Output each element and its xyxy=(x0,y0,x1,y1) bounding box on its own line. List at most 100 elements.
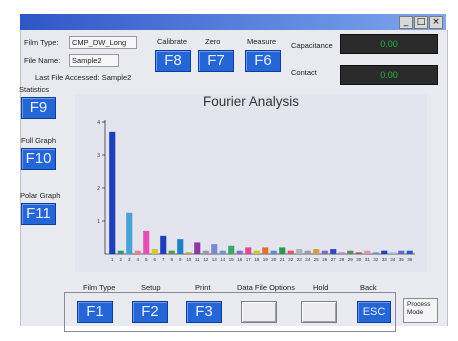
x-tick-label: 3 xyxy=(128,257,131,262)
film-type-button-label: Film Type xyxy=(83,283,116,292)
fourier-bar xyxy=(279,247,286,254)
fourier-bar xyxy=(151,249,158,254)
fourier-bar xyxy=(372,252,379,254)
window-controls: _ □ × xyxy=(399,16,443,29)
fourier-bar xyxy=(287,250,294,254)
film-type-button[interactable]: F1 xyxy=(77,301,113,323)
title-bar: _ □ × xyxy=(20,14,446,30)
x-tick-label: 27 xyxy=(331,257,337,262)
fourier-bar xyxy=(211,244,218,254)
x-tick-label: 9 xyxy=(179,257,182,262)
x-tick-label: 24 xyxy=(305,257,311,262)
y-tick-label: 1 xyxy=(97,219,100,225)
x-tick-label: 16 xyxy=(237,257,243,262)
fourier-bar xyxy=(168,250,175,254)
x-tick-label: 35 xyxy=(399,257,405,262)
fourier-bar xyxy=(185,252,192,254)
fourier-chart-svg: 12341 2 3 4 5 6 7 8 9 10 11 12 13 14 15 16 17 18 19 20 21 22 2… xyxy=(97,120,415,262)
fourier-bar xyxy=(126,212,133,254)
process-mode-line2: Mode xyxy=(407,309,424,316)
fourier-bar xyxy=(160,235,167,254)
fourier-bar xyxy=(143,230,150,254)
fourier-bar xyxy=(228,245,235,254)
y-tick-label: 4 xyxy=(97,120,100,126)
file-name-field: Sample2 xyxy=(69,54,119,67)
hold-label: Hold xyxy=(313,283,329,292)
film-type-field: CMP_DW_Long xyxy=(69,36,137,49)
full-graph-button[interactable]: F10 xyxy=(21,148,56,170)
capacitance-label: Capacitance xyxy=(291,41,333,50)
x-tick-label: 7 xyxy=(162,257,165,262)
fourier-bar xyxy=(347,250,354,254)
capacitance-display: 0.00 xyxy=(340,34,438,54)
x-tick-label: 17 xyxy=(246,257,252,262)
polar-graph-label: Polar Graph xyxy=(20,191,61,200)
fourier-bar xyxy=(270,250,277,254)
fourier-bar xyxy=(219,250,226,254)
statistics-label: Statistics xyxy=(19,85,50,94)
y-tick-label: 3 xyxy=(97,153,100,159)
x-tick-label: 33 xyxy=(382,257,388,262)
data-file-options-label: Data File Options xyxy=(237,283,295,292)
x-tick-label: 10 xyxy=(186,257,192,262)
fourier-bar xyxy=(389,252,396,254)
fourier-bar xyxy=(245,247,252,254)
fourier-chart: Fourier Analysis 1 2 3 4 1 2 3 4 5 6 7 8 9 10 11 12 13 14… xyxy=(75,94,427,272)
hold-button[interactable] xyxy=(301,301,337,323)
last-file-text: Last File Accessed: Sample2 xyxy=(35,73,132,82)
full-graph-label: Full Graph xyxy=(21,136,57,145)
zero-button[interactable]: F7 xyxy=(198,50,234,72)
fourier-bar xyxy=(296,249,303,254)
setup-button[interactable]: F2 xyxy=(132,301,168,323)
x-tick-label: 11 xyxy=(195,257,200,262)
x-tick-label: 4 xyxy=(136,257,139,262)
x-tick-label: 28 xyxy=(339,257,345,262)
data-file-options-button[interactable] xyxy=(241,301,277,323)
contact-label: Contact xyxy=(291,68,317,77)
contact-display: 0.00 xyxy=(340,65,438,85)
main-panel: Film Type: CMP_DW_Long File Name: Sample… xyxy=(19,30,448,326)
x-tick-label: 18 xyxy=(254,257,260,262)
fourier-bar xyxy=(313,249,320,254)
measure-label: Measure xyxy=(247,37,277,46)
back-button[interactable]: ESC xyxy=(357,301,391,323)
x-tick-label: 13 xyxy=(212,257,218,262)
fourier-bar xyxy=(253,250,260,254)
close-icon[interactable]: × xyxy=(429,16,443,29)
minimize-icon[interactable]: _ xyxy=(399,16,413,29)
y-tick-label: 2 xyxy=(97,186,100,192)
x-tick-label: 29 xyxy=(348,257,354,262)
x-tick-label: 23 xyxy=(297,257,303,262)
fourier-bar xyxy=(134,250,141,254)
app-window: _ □ × Film Type: CMP_DW_Long File Name: … xyxy=(3,3,453,337)
x-tick-label: 25 xyxy=(314,257,320,262)
zero-label: Zero xyxy=(205,37,221,46)
x-tick-label: 30 xyxy=(356,257,362,262)
fourier-bar xyxy=(364,250,371,254)
polar-graph-button[interactable]: F11 xyxy=(21,203,56,225)
measure-button[interactable]: F6 xyxy=(245,50,281,72)
print-button[interactable]: F3 xyxy=(186,301,222,323)
statistics-button[interactable]: F9 xyxy=(21,97,56,119)
x-tick-label: 26 xyxy=(322,257,328,262)
fourier-bar xyxy=(355,252,362,254)
x-tick-label: 15 xyxy=(229,257,235,262)
calibrate-label: Calibrate xyxy=(157,37,188,46)
process-mode-line1: Process xyxy=(407,301,431,308)
fourier-bar xyxy=(117,250,124,254)
fourier-bar xyxy=(202,250,209,254)
calibrate-button[interactable]: F8 xyxy=(155,50,191,72)
process-mode-button[interactable]: Process Mode xyxy=(403,298,438,323)
fourier-bar xyxy=(321,250,328,254)
fourier-bar xyxy=(262,247,269,254)
file-name-label: File Name: xyxy=(24,56,61,65)
x-tick-label: 2 xyxy=(119,257,122,262)
fourier-bar xyxy=(236,250,243,254)
maximize-icon[interactable]: □ xyxy=(414,16,428,29)
x-tick-label: 19 xyxy=(263,257,269,262)
fourier-bar xyxy=(194,242,201,254)
fourier-bar xyxy=(398,250,405,254)
print-label: Print xyxy=(195,283,211,292)
setup-label: Setup xyxy=(141,283,161,292)
x-tick-label: 20 xyxy=(271,257,277,262)
